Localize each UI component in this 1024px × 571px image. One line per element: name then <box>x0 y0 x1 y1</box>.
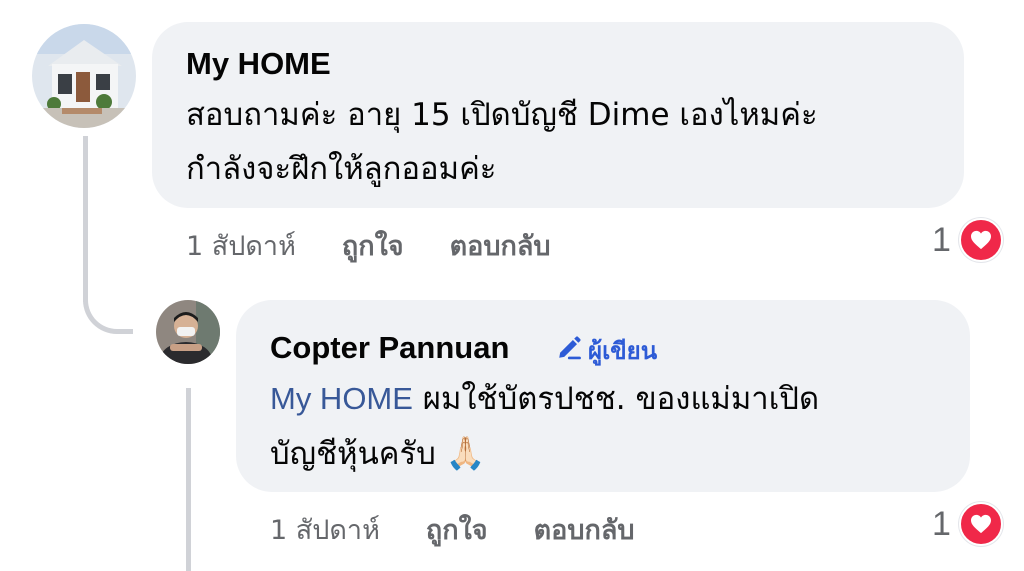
person-photo-icon <box>156 300 220 364</box>
thread-line-main <box>83 136 88 302</box>
like-button[interactable]: ถูกใจ <box>426 508 488 551</box>
comment-timestamp[interactable]: 1 สัปดาห์ <box>186 224 296 267</box>
comment-actions: 1 สัปดาห์ ถูกใจ ตอบกลับ <box>186 224 551 267</box>
author-badge: ผู้เขียน <box>556 331 657 370</box>
thread-line-reply <box>186 388 191 571</box>
reaction-count: 1 <box>932 220 951 259</box>
avatar[interactable] <box>156 300 220 364</box>
reply-body-text-2: บัญชีหุ้นครับ <box>270 436 436 472</box>
thread-line-curve <box>83 290 133 334</box>
reply-button[interactable]: ตอบกลับ <box>534 508 635 551</box>
reply-timestamp[interactable]: 1 สัปดาห์ <box>270 508 380 551</box>
heart-icon <box>958 218 1003 262</box>
reply-author[interactable]: Copter Pannuan <box>270 329 509 367</box>
comment-author[interactable]: My HOME <box>186 45 331 83</box>
like-button[interactable]: ถูกใจ <box>342 224 404 267</box>
author-badge-label: ผู้เขียน <box>588 337 658 365</box>
heart-icon <box>958 502 1003 546</box>
reply-body-line-1: My HOME ผมใช้บัตรปชช. ของแม่มาเปิด <box>270 372 819 426</box>
reaction-summary[interactable]: 1 <box>932 502 1003 546</box>
reaction-summary[interactable]: 1 <box>932 218 1003 262</box>
folded-hands-emoji-icon: 🙏🏻 <box>445 434 486 472</box>
reply-button[interactable]: ตอบกลับ <box>450 224 551 267</box>
house-photo-icon <box>32 24 136 128</box>
reply-body-text: ผมใช้บัตรปชช. ของแม่มาเปิด <box>412 381 820 417</box>
mention-link[interactable]: My HOME <box>270 381 413 416</box>
reply-body-line-2: บัญชีหุ้นครับ 🙏🏻 <box>270 426 486 481</box>
reply-actions: 1 สัปดาห์ ถูกใจ ตอบกลับ <box>270 508 635 551</box>
avatar[interactable] <box>32 24 136 128</box>
comment-body-line-1: สอบถามค่ะ อายุ 15 เปิดบัญชี Dime เองไหมค… <box>186 97 818 133</box>
comment-body-line-2: กำลังจะฝึกให้ลูกออมค่ะ <box>186 151 497 187</box>
pencil-icon <box>556 335 582 367</box>
reaction-count: 1 <box>932 504 951 543</box>
